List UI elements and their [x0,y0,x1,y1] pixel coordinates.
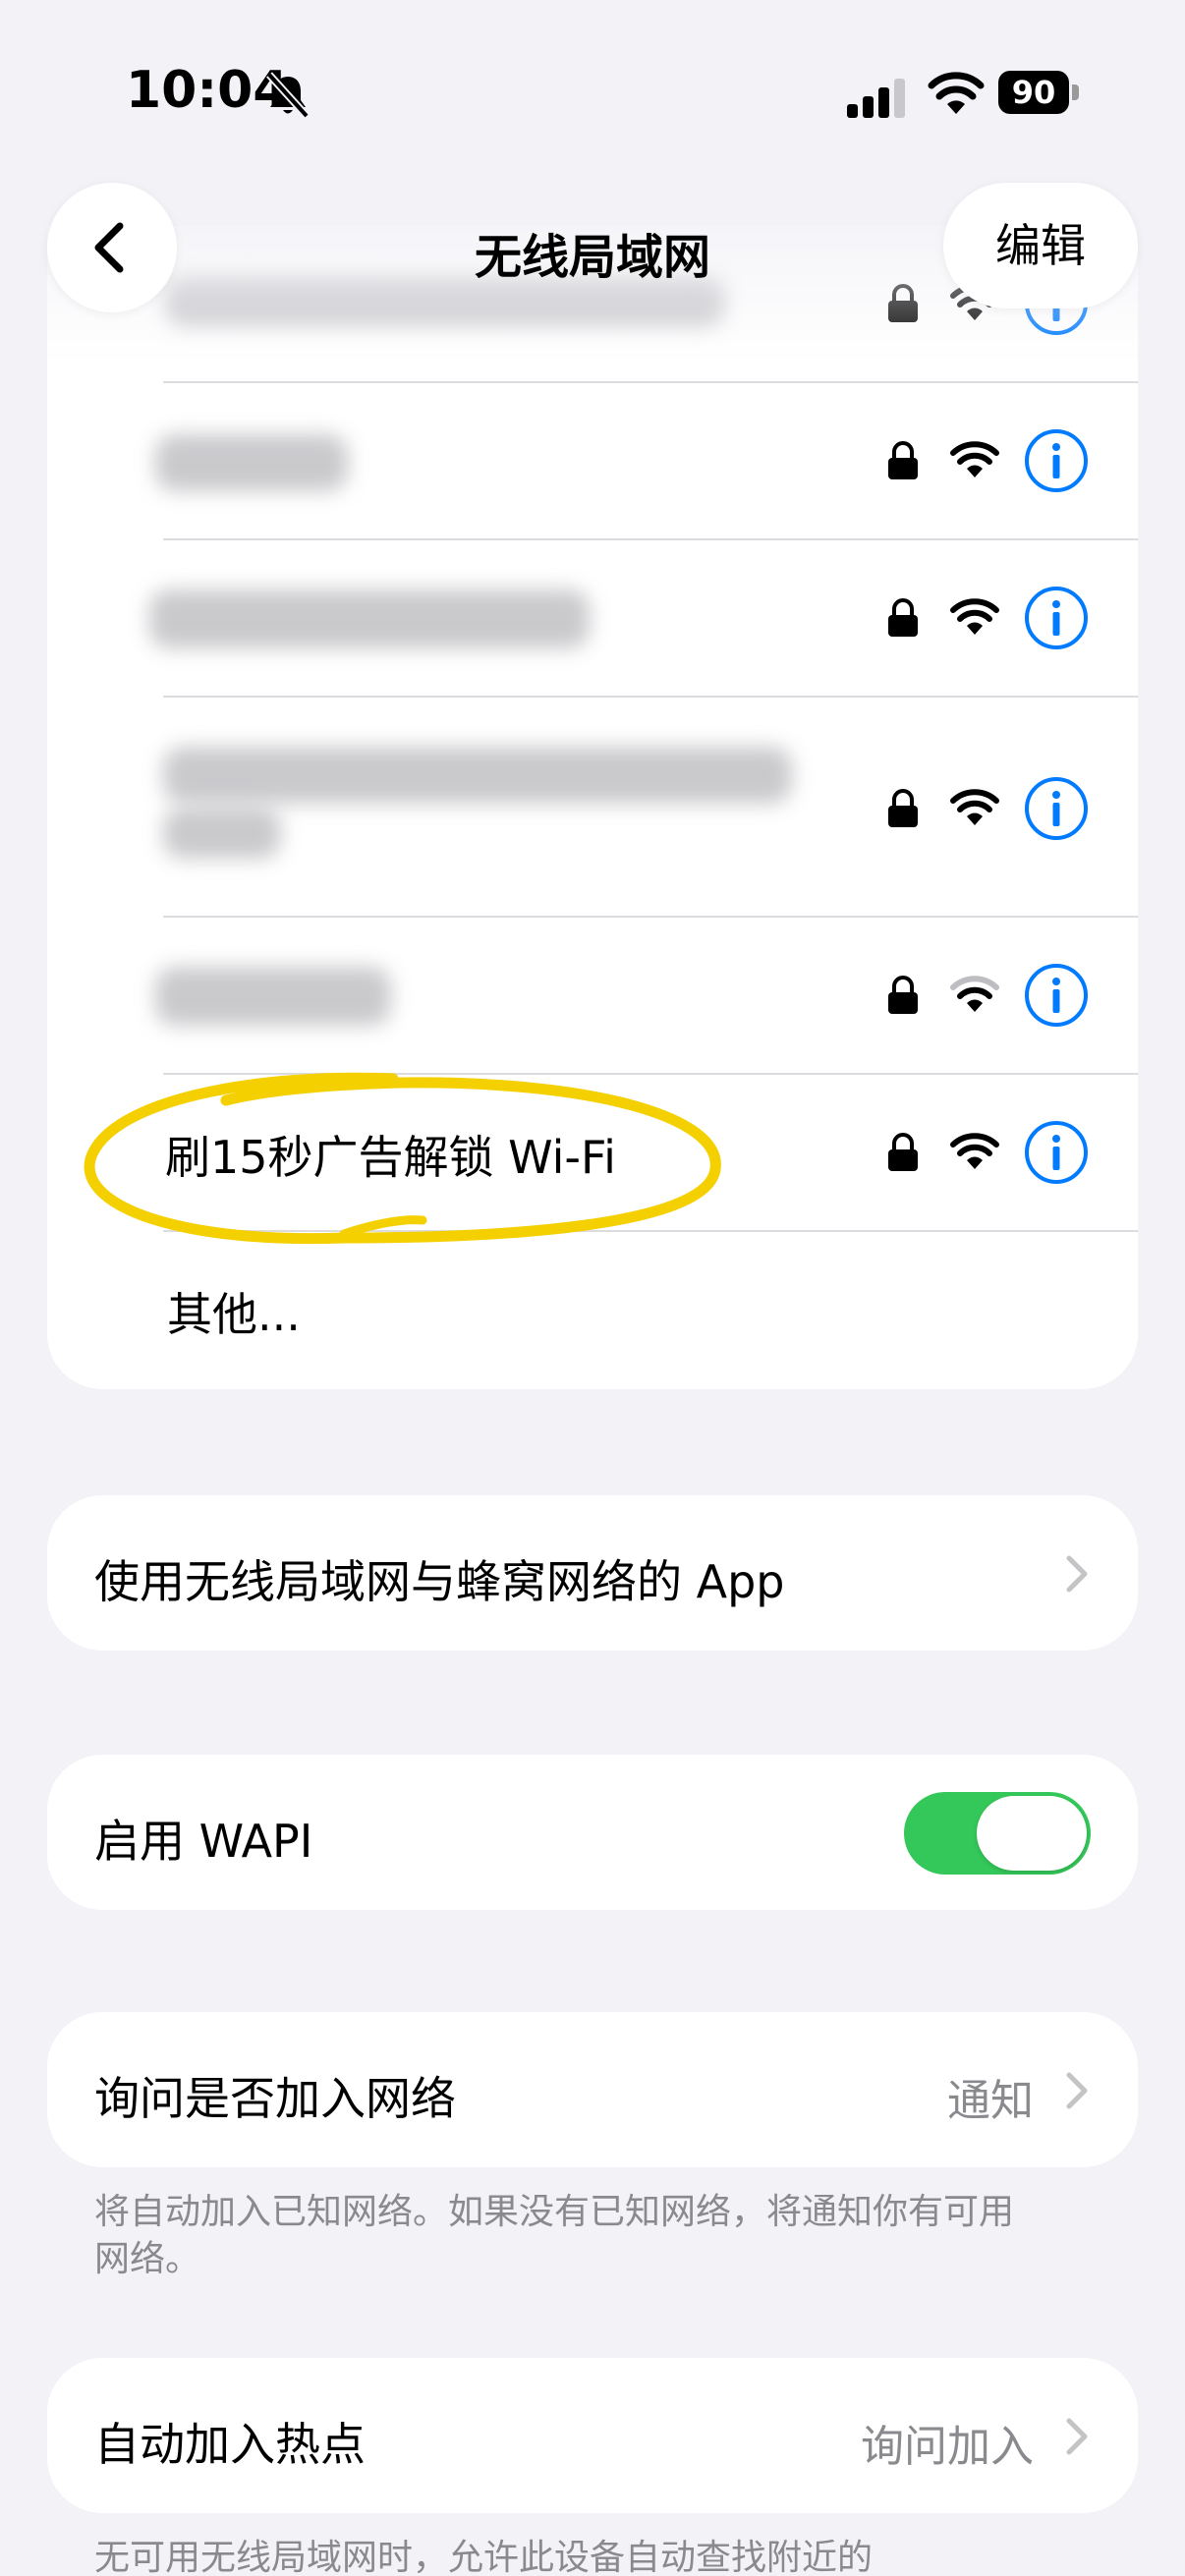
network-name-redacted [163,747,792,804]
ask-to-join-label: 询问是否加入网络 [94,2072,456,2125]
auto-join-hotspot-footnote: 无可用无线局域网时，允许此设备自动查找附近的 [94,2538,874,2576]
bell-slash-icon [266,72,310,119]
status-time: 10:04 [126,61,289,120]
auto-join-hotspot-row[interactable]: 自动加入热点 询问加入 [47,2358,1138,2513]
info-icon[interactable] [1024,963,1089,1028]
wifi-icon [950,976,999,1012]
network-name-redacted [149,589,590,648]
edit-button[interactable]: 编辑 [943,183,1138,308]
chevron-right-icon [1066,2418,1088,2455]
info-icon[interactable] [1024,776,1089,841]
ask-to-join-footnote: 将自动加入已知网络。如果没有已知网络，将通知你有可用网络。 [94,2192,1015,2279]
network-list: 刷15秒广告解锁 Wi-Fi 其他... [47,226,1138,1389]
apps-using-network-label: 使用无线局域网与蜂窝网络的 App [94,1555,785,1608]
other-network-row[interactable]: 其他... [47,1232,1138,1389]
network-name-redacted [155,434,348,491]
network-row[interactable] [47,698,1138,916]
battery-cap [1072,84,1079,100]
ask-to-join-row[interactable]: 询问是否加入网络 通知 [47,2012,1138,2167]
wapi-toggle[interactable] [904,1792,1091,1875]
info-icon[interactable] [1024,586,1089,650]
wifi-icon [950,598,999,635]
lock-icon [888,441,918,479]
auto-join-hotspot-label: 自动加入热点 [94,2418,366,2471]
lock-icon [888,284,918,322]
wapi-row: 启用 WAPI [47,1755,1138,1910]
info-icon[interactable] [1024,1120,1089,1185]
ask-to-join-value: 通知 [947,2076,1034,2126]
network-row[interactable] [47,383,1138,538]
apps-using-network-row[interactable]: 使用无线局域网与蜂窝网络的 App [47,1495,1138,1651]
cellular-signal-icon [847,79,905,118]
info-icon[interactable] [1024,428,1089,493]
toggle-knob [977,1796,1087,1871]
status-bar: 10:04 90 [0,0,1185,187]
chevron-right-icon [1066,2072,1088,2109]
auto-join-hotspot-value: 询问加入 [861,2422,1034,2472]
network-row-highlighted[interactable]: 刷15秒广告解锁 Wi-Fi [47,1075,1138,1230]
wifi-icon [928,72,985,114]
wifi-icon [950,1133,999,1169]
battery-level: 90 [998,71,1069,114]
network-name-redacted [155,967,391,1026]
wifi-icon [950,441,999,477]
network-row[interactable] [47,918,1138,1073]
lock-icon [888,598,918,637]
lock-icon [888,976,918,1014]
wifi-icon [950,789,999,825]
lock-icon [888,789,918,827]
network-name-redacted [163,808,281,859]
battery-icon: 90 [998,71,1081,114]
other-network-label: 其他... [167,1288,301,1341]
wapi-label: 启用 WAPI [94,1815,313,1868]
network-name: 刷15秒广告解锁 Wi-Fi [165,1131,616,1184]
wifi-settings-screen: 10:04 90 无线局域网 编辑 刷15秒广告解锁 Wi-Fi 其他... 使… [0,0,1185,2576]
chevron-right-icon [1066,1555,1088,1593]
lock-icon [888,1133,918,1171]
network-row[interactable] [47,540,1138,696]
